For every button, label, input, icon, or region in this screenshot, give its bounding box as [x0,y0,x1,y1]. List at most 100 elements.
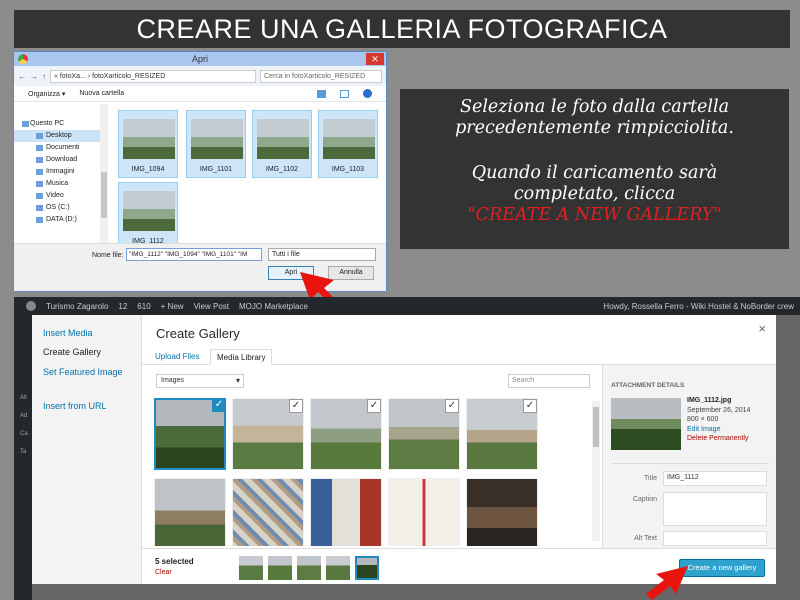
back-arrow-icon[interactable]: ← [18,72,26,81]
file-item[interactable]: IMG_1094 [118,110,178,178]
media-item[interactable] [232,478,304,546]
nav-item-os-c[interactable]: OS (C:) [14,202,107,214]
media-item[interactable]: ✓ [232,398,304,470]
file-open-dialog: Apri ✕ ← → ↑ « fotoXa... › fotoXarticolo… [13,51,387,292]
tab-upload-files[interactable]: Upload Files [149,349,205,365]
check-icon[interactable]: ✓ [289,399,303,413]
site-name[interactable]: Turismo Zagarolo [46,302,108,311]
nav-item-video[interactable]: Video [14,190,107,202]
page-title: CREARE UNA GALLERIA FOTOGRAFICA [14,10,790,48]
media-item[interactable] [388,478,460,546]
file-item[interactable]: IMG_1102 [252,110,312,178]
wordpress-logo-icon[interactable] [26,301,36,311]
selected-thumbnail[interactable] [268,556,292,580]
instruction-box: Seleziona le foto dalla cartella precede… [400,89,789,249]
selected-thumbnail[interactable] [297,556,321,580]
title-input[interactable]: IMG_1112 [663,471,767,486]
updates-count[interactable]: 12 [118,302,127,311]
check-icon[interactable]: ✓ [523,399,537,413]
check-icon[interactable]: ✓ [445,399,459,413]
delete-permanently-link[interactable]: Delete Permanently [687,434,750,444]
address-bar[interactable]: « fotoXa... › fotoXarticolo_RESIZED [50,69,256,83]
admin-menu-item[interactable]: Ad [14,401,32,419]
selected-thumbnail[interactable] [355,556,379,580]
new-folder-button[interactable]: Nuova cartella [79,90,124,97]
file-item[interactable]: IMG_1103 [318,110,378,178]
admin-menu-item[interactable]: All [14,315,32,401]
instruction-line: completato, clicca [513,184,676,204]
admin-menu-item[interactable]: Ta [14,437,32,455]
nav-item-documenti[interactable]: Documenti [14,142,107,154]
media-item[interactable]: ✓ [310,398,382,470]
menu-create-gallery[interactable]: Create Gallery [32,347,101,357]
instruction-highlight: "CREATE A NEW GALLERY" [467,205,722,225]
selected-thumbnail[interactable] [239,556,263,580]
file-name: IMG_1102 [265,166,299,173]
nav-item-data-d[interactable]: DATA (D:) [14,214,107,226]
media-search-input[interactable]: Search [508,374,590,388]
filename-input[interactable]: "IMG_1112" "IMG_1094" "IMG_1101" "IM [126,248,262,261]
alt-text-input[interactable] [663,531,767,546]
nav-item-musica[interactable]: Musica [14,178,107,190]
media-item[interactable]: ✓ [154,398,226,470]
media-type-filter[interactable]: Images [156,374,244,388]
grid-scrollbar[interactable] [592,401,600,541]
clear-selection-link[interactable]: Clear [155,569,172,576]
selection-count: 5 selected [155,557,194,566]
media-item[interactable] [466,478,538,546]
menu-set-featured-image[interactable]: Set Featured Image [32,367,123,377]
file-name: IMG_1094 [131,166,165,173]
file-item[interactable]: IMG_1101 [186,110,246,178]
filename-label: Nome file: [92,252,124,259]
attachment-dimensions: 800 × 600 [687,416,719,423]
marketplace-link[interactable]: MOJO Marketplace [239,302,308,311]
view-icon[interactable] [317,89,326,98]
dialog-toolbar: Organizza ▾ Nuova cartella [14,86,386,102]
attachment-date: September 26, 2014 [687,406,751,414]
file-item[interactable]: IMG_1112 [118,182,178,250]
check-icon[interactable]: ✓ [212,400,224,412]
nav-item-immagini[interactable]: Immagini [14,166,107,178]
menu-insert-from-url[interactable]: Insert from URL [32,401,107,411]
file-type-select[interactable]: Tutti i file [268,248,376,261]
dialog-titlebar: Apri ✕ [14,52,386,66]
nav-item-questo-pc[interactable]: Questo PC [14,118,107,130]
address-bar-row: ← → ↑ « fotoXa... › fotoXarticolo_RESIZE… [14,66,386,86]
media-item[interactable] [310,478,382,546]
media-item[interactable] [154,478,226,546]
modal-title: Create Gallery [156,326,240,341]
file-name: IMG_1101 [199,166,233,173]
details-heading: ATTACHMENT DETAILS [611,382,685,389]
admin-menu-item[interactable]: Ca [14,419,32,437]
view-post-link[interactable]: View Post [194,302,229,311]
caption-textarea[interactable] [663,492,767,526]
forward-arrow-icon[interactable]: → [30,72,38,81]
wp-admin-bar: Turismo Zagarolo 12 610 + New View Post … [14,297,800,315]
nav-item-download[interactable]: Download [14,154,107,166]
organize-menu[interactable]: Organizza ▾ [28,90,65,98]
close-button[interactable]: ✕ [366,53,384,65]
attachment-thumbnail [611,398,681,450]
up-arrow-icon[interactable]: ↑ [42,72,46,81]
menu-insert-media[interactable]: Insert Media [32,328,93,338]
nav-item-desktop[interactable]: Desktop [14,130,107,142]
tab-media-library[interactable]: Media Library [210,349,273,365]
check-icon[interactable]: ✓ [367,399,381,413]
nav-scrollbar[interactable] [100,104,108,244]
folder-search-input[interactable]: Cerca in fotoXarticolo_RESIZED [260,69,382,83]
howdy-user[interactable]: Howdy, Rossella Ferro - Wiki Hostel & No… [603,302,794,311]
new-menu[interactable]: + New [161,302,184,311]
help-icon[interactable] [363,89,372,98]
attachment-info: IMG_1112.jpg September 26, 2014 800 × 60… [687,396,750,444]
file-thumbnail [257,119,309,159]
modal-tabs: Upload Files Media Library [142,346,776,365]
preview-pane-icon[interactable] [340,89,349,98]
file-thumbnail [123,191,175,231]
edit-image-link[interactable]: Edit Image [687,425,750,435]
media-item[interactable]: ✓ [466,398,538,470]
media-item[interactable]: ✓ [388,398,460,470]
selected-thumbnail[interactable] [326,556,350,580]
comments-count[interactable]: 610 [137,302,150,311]
close-icon[interactable]: × [758,321,766,336]
instruction-line: Seleziona le foto dalla cartella [459,97,730,117]
